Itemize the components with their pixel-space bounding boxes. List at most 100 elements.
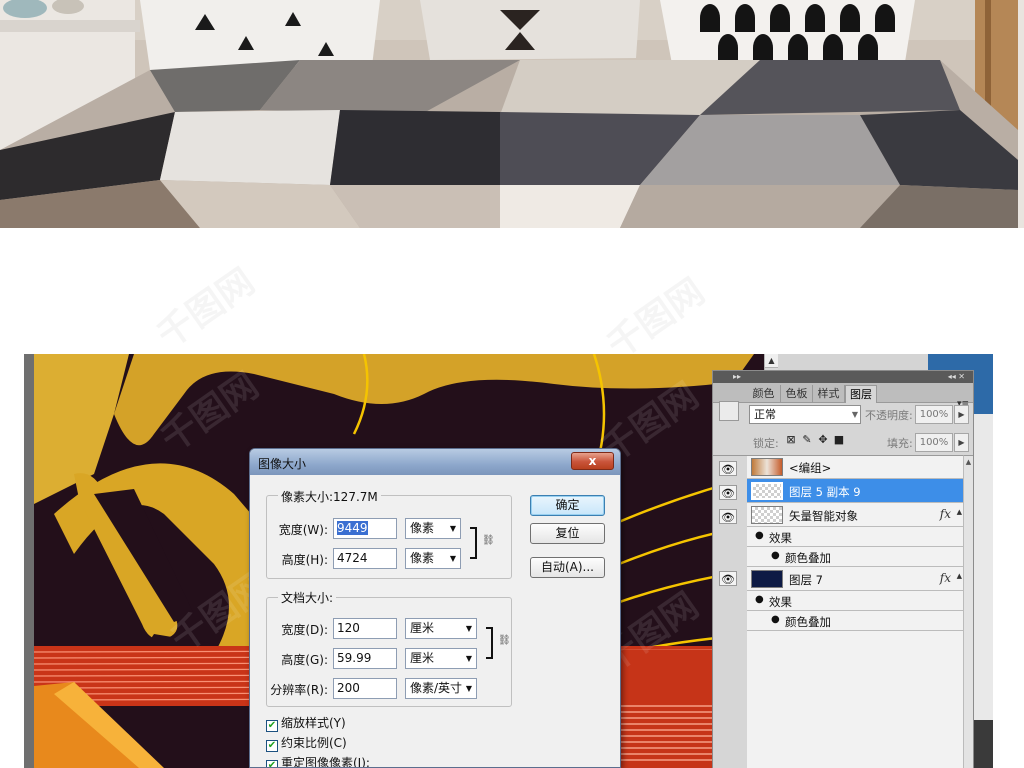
doc-width-input[interactable]: 120 — [333, 618, 397, 639]
checkmark-icon[interactable]: ✔ — [266, 740, 278, 752]
lock-all-icon[interactable]: ■ — [833, 434, 845, 446]
dialog-title-bar[interactable]: 图像大小 x — [250, 449, 620, 475]
opacity-input[interactable]: 100% — [915, 405, 953, 424]
bedroom-photo — [0, 0, 1018, 228]
document-size-legend: 文档大小: — [278, 589, 337, 606]
layer-name: <编组> — [789, 461, 832, 475]
checkmark-icon[interactable]: ✔ — [266, 760, 278, 767]
resolution-input[interactable]: 200 — [333, 678, 397, 699]
doc-height-input[interactable]: 59.99 — [333, 648, 397, 669]
effect-row-color-overlay[interactable]: ● 颜色叠加 — [747, 611, 963, 631]
unit-value: 像素/英寸 — [410, 681, 463, 695]
tab-color[interactable]: 颜色 — [747, 385, 781, 403]
layer-thumbnail — [751, 458, 783, 476]
pixel-width-unit-select[interactable]: 像素 ▼ — [405, 518, 461, 539]
lock-transparent-icon[interactable]: ⊠ — [785, 434, 797, 446]
screenshot-stage: 千图网 千图网 ▲ ▸▸ ◂◂ ✕ 颜色 色板 样式 图层 ▾≡ 正常 ▼ 不透… — [0, 0, 1024, 768]
eye-icon[interactable]: ● — [771, 614, 780, 625]
ok-button[interactable]: 确定 — [530, 495, 605, 516]
expand-arrow-icon[interactable]: ▲ — [957, 508, 962, 516]
layers-panel: ▸▸ ◂◂ ✕ 颜色 色板 样式 图层 ▾≡ 正常 ▼ 不透明度: 100% ▶… — [712, 370, 974, 768]
eye-icon[interactable]: 👁 — [719, 571, 737, 586]
opacity-slider-arrow-icon[interactable]: ▶ — [954, 405, 969, 424]
chain-link-icon: ⛓ — [498, 635, 511, 646]
layer-row-selected[interactable]: 图层 5 副本 9 — [747, 479, 963, 503]
layer-row-layer-7[interactable]: 图层 7 fx ▲ — [747, 567, 963, 591]
unit-value: 像素 — [410, 551, 435, 565]
constrain-bracket — [470, 527, 477, 559]
eye-icon[interactable]: 👁 — [719, 485, 737, 500]
pixel-width-label: 宽度(W): — [278, 523, 328, 537]
fill-input[interactable]: 100% — [915, 433, 953, 452]
effect-row-color-overlay[interactable]: ● 颜色叠加 — [747, 547, 963, 567]
pixel-height-unit-select[interactable]: 像素 ▼ — [405, 548, 461, 569]
unit-value: 厘米 — [410, 651, 435, 665]
eye-icon[interactable]: ● — [755, 530, 764, 541]
constrain-proportions-checkbox[interactable]: ✔ 约束比例(C) — [266, 734, 347, 752]
lock-move-icon[interactable]: ✥ — [817, 434, 829, 446]
bedding-image — [0, 0, 1018, 228]
eye-icon[interactable]: 👁 — [719, 509, 737, 524]
chevron-down-icon: ▼ — [465, 624, 472, 633]
opacity-label: 不透明度: — [865, 409, 913, 422]
chevron-down-icon: ▼ — [851, 410, 858, 419]
layer-name: 图层 5 副本 9 — [789, 485, 861, 499]
auto-button[interactable]: 自动(A)... — [530, 557, 605, 578]
layer-thumbnail — [751, 482, 783, 500]
eye-icon[interactable]: ● — [771, 550, 780, 561]
chevron-down-icon: ▼ — [449, 524, 456, 533]
tab-layers[interactable]: 图层 — [845, 385, 877, 403]
layer-kind-icon[interactable] — [719, 401, 739, 421]
tab-swatches[interactable]: 色板 — [781, 385, 813, 403]
unit-value: 像素 — [410, 521, 435, 535]
doc-width-unit-select[interactable]: 厘米 ▼ — [405, 618, 477, 639]
fx-icon[interactable]: fx — [940, 507, 951, 521]
lock-brush-icon[interactable]: ✎ — [801, 434, 813, 446]
layer-row-group[interactable]: <编组> — [747, 455, 963, 479]
eye-icon[interactable]: ● — [755, 594, 764, 605]
close-button[interactable]: x — [571, 452, 614, 470]
blend-mode-select[interactable]: 正常 ▼ — [749, 405, 861, 424]
dialog-title: 图像大小 — [258, 457, 307, 471]
pixel-height-label: 高度(H): — [281, 553, 328, 567]
panel-tab-bar: 颜色 色板 样式 图层 ▾≡ — [713, 383, 973, 409]
tab-styles[interactable]: 样式 — [813, 385, 845, 403]
lock-label: 锁定: — [753, 437, 779, 450]
layer-row-smart-object[interactable]: 矢量智能对象 fx ▲ — [747, 503, 963, 527]
effects-label: 效果 — [769, 595, 792, 609]
layer-thumbnail — [751, 570, 783, 588]
scroll-up-arrow-icon[interactable]: ▲ — [964, 458, 973, 466]
watermark-text: 千图网 — [600, 271, 713, 367]
doc-height-unit-select[interactable]: 厘米 ▼ — [405, 648, 477, 669]
pixel-height-input[interactable]: 4724 — [333, 548, 397, 569]
layers-scrollbar[interactable]: ▲ — [963, 455, 973, 768]
eye-icon[interactable]: 👁 — [719, 461, 737, 476]
chevron-down-icon: ▼ — [465, 654, 472, 663]
pixel-width-input[interactable]: 9449 — [333, 518, 397, 539]
resample-image-checkbox[interactable]: ✔ 重定图像像素(I): — [266, 754, 370, 767]
chain-link-icon: ⛓ — [482, 535, 495, 546]
fx-icon[interactable]: fx — [940, 571, 951, 585]
effect-name: 颜色叠加 — [785, 551, 831, 565]
effect-name: 颜色叠加 — [785, 615, 831, 629]
resolution-unit-select[interactable]: 像素/英寸 ▼ — [405, 678, 477, 699]
pixel-width-value: 9449 — [337, 521, 368, 535]
panel-close-icon[interactable]: ◂◂ ✕ — [948, 371, 965, 383]
effects-row[interactable]: ● 效果 — [747, 527, 963, 547]
reset-button[interactable]: 复位 — [530, 523, 605, 544]
collapse-icon[interactable]: ▸▸ — [733, 371, 741, 383]
scale-styles-checkbox[interactable]: ✔ 缩放样式(Y) — [266, 714, 346, 732]
fill-slider-arrow-icon[interactable]: ▶ — [954, 433, 969, 452]
fill-label: 填充: — [887, 437, 913, 450]
effects-row[interactable]: ● 效果 — [747, 591, 963, 611]
expand-arrow-icon[interactable]: ▲ — [957, 572, 962, 580]
chevron-down-icon: ▼ — [449, 554, 456, 563]
checkbox-label: 缩放样式(Y) — [281, 716, 346, 730]
visibility-column — [713, 455, 747, 768]
scroll-up-arrow-icon[interactable]: ▲ — [765, 354, 778, 368]
checkmark-icon[interactable]: ✔ — [266, 720, 278, 732]
doc-width-label: 宽度(D): — [281, 623, 328, 637]
chevron-down-icon: ▼ — [465, 684, 472, 693]
layer-name: 矢量智能对象 — [789, 509, 858, 523]
layer-name: 图层 7 — [789, 573, 823, 587]
